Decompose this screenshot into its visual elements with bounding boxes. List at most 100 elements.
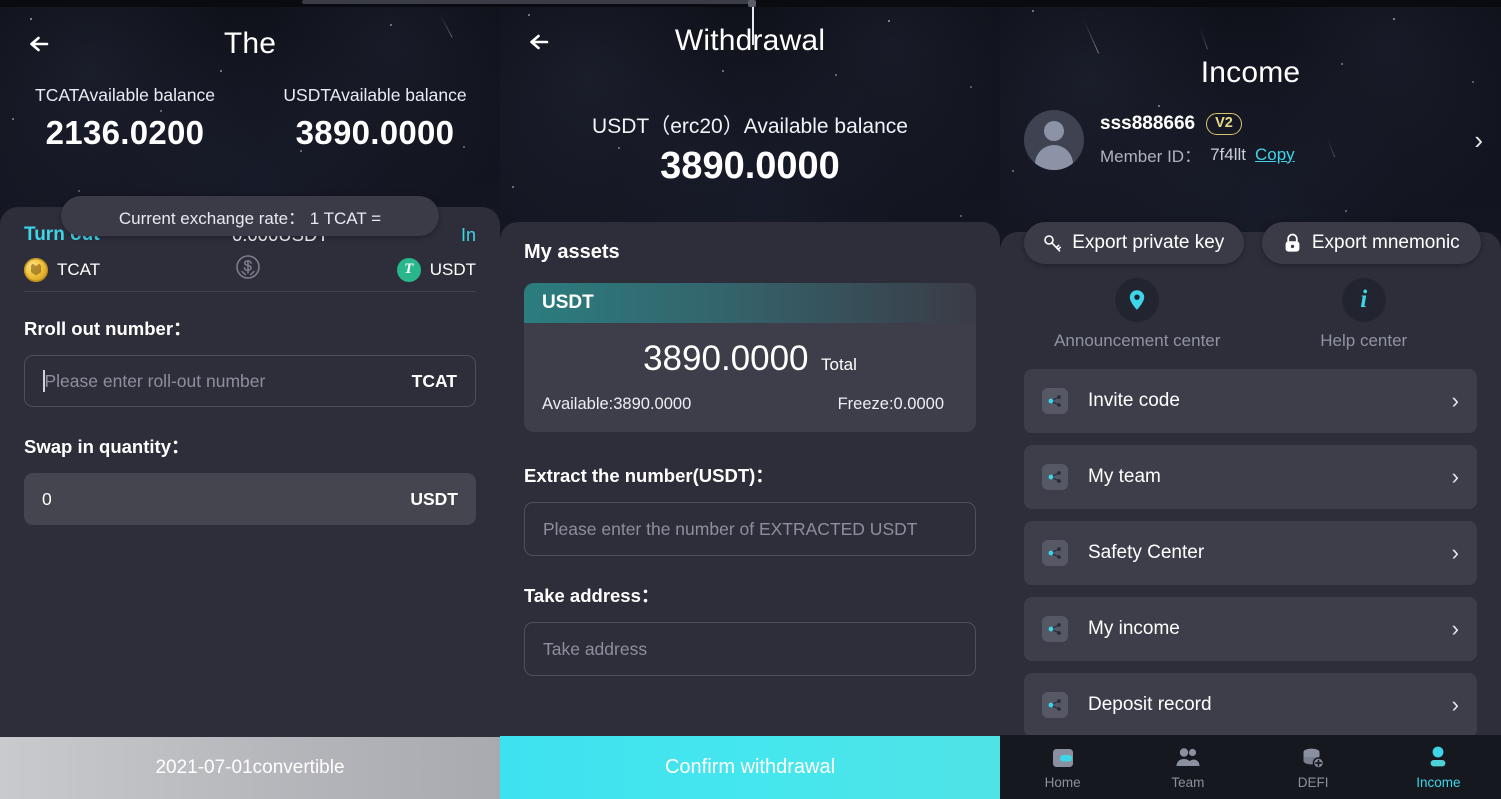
menu-item-label: My team <box>1088 466 1161 487</box>
tab-label: Home <box>1044 775 1081 790</box>
profile-name: sss888666 <box>1100 113 1196 134</box>
roll-out-label: Rroll out number： <box>24 318 192 339</box>
export-mnemonic-button[interactable]: Export mnemonic <box>1261 222 1481 264</box>
swap-in-quantity-input[interactable]: 0 USDT <box>24 473 476 525</box>
menu-item-label: Safety Center <box>1088 542 1205 563</box>
profile-row[interactable]: sss888666 V2 Member ID： 7f4llt Copy › <box>1024 110 1483 170</box>
share-nodes-icon <box>1042 464 1068 490</box>
help-center-button[interactable]: i Help center <box>1251 278 1478 351</box>
help-center-label: Help center <box>1320 331 1408 350</box>
swap-in-quantity-value: 0 <box>42 488 52 509</box>
tab-team[interactable]: Team <box>1125 735 1250 799</box>
share-nodes-icon <box>1042 388 1068 414</box>
lock-icon <box>1285 233 1300 252</box>
member-id-value: 7f4llt <box>1210 144 1246 164</box>
roll-out-input[interactable]: Please enter roll-out number TCAT <box>24 355 476 407</box>
menu-item-safety-center[interactable]: Safety Center › <box>1024 521 1477 585</box>
balance-value: 2136.0200 <box>45 114 205 151</box>
menu-item-my-team[interactable]: My team › <box>1024 445 1477 509</box>
asset-available: Available:3890.0000 <box>542 395 692 413</box>
member-id-label: Member ID： <box>1100 147 1202 166</box>
my-assets-title: My assets <box>524 241 620 263</box>
chevron-right-icon: › <box>1451 464 1459 489</box>
withdrawal-card: My assets USDT 3890.0000 Total Available… <box>500 222 1000 799</box>
to-token-label: USDT <box>429 259 476 279</box>
take-address-label: Take address： <box>524 585 660 606</box>
chevron-right-icon: › <box>1451 540 1459 565</box>
withdrawal-screen: Withdrawal USDT（erc20）Available balance … <box>500 0 1000 799</box>
tab-defi[interactable]: DEFI <box>1251 735 1376 799</box>
info-icon: i <box>1360 286 1368 313</box>
chevron-right-icon[interactable]: › <box>1474 125 1483 156</box>
asset-symbol: USDT <box>524 283 976 323</box>
people-icon <box>1176 748 1200 766</box>
share-nodes-icon <box>1042 540 1068 566</box>
exchange-rate-pill: Current exchange rate： 1 TCAT = <box>61 196 439 236</box>
from-token-label: TCAT <box>57 259 101 279</box>
asset-total-row: 3890.0000 Total <box>524 323 976 385</box>
chevron-right-icon: › <box>1451 616 1459 641</box>
menu-item-label: Deposit record <box>1088 694 1212 715</box>
extract-number-label: Extract the number(USDT)： <box>524 465 774 486</box>
balance-label: TCATAvailable balance <box>35 85 215 105</box>
take-address-placeholder: Take address <box>543 638 648 659</box>
extract-number-input[interactable]: Please enter the number of EXTRACTED USD… <box>524 502 976 556</box>
export-private-key-button[interactable]: Export private key <box>1024 222 1244 264</box>
balance-label: USDTAvailable balance <box>283 85 467 105</box>
tab-home[interactable]: Home <box>1000 735 1125 799</box>
copy-member-id-button[interactable]: Copy <box>1255 145 1295 165</box>
extract-number-placeholder: Please enter the number of EXTRACTED USD… <box>543 518 918 539</box>
announcement-center-button[interactable]: Announcement center <box>1024 278 1251 351</box>
page-title: The <box>223 27 277 60</box>
menu-item-deposit-record[interactable]: Deposit record › <box>1024 673 1477 737</box>
asset-total-label: Total <box>820 355 857 374</box>
person-icon <box>1430 746 1446 767</box>
swap-in-suffix: USDT <box>410 488 458 509</box>
convertible-bar[interactable]: 2021-07-01convertible <box>0 737 500 799</box>
tcat-coin-icon <box>24 257 48 282</box>
bottom-tab-bar: Home Team DEFI Income <box>1000 735 1501 799</box>
from-token[interactable]: TCAT <box>24 257 101 282</box>
tab-label: DEFI <box>1297 775 1329 790</box>
share-nodes-icon <box>1042 692 1068 718</box>
top-scrollbar[interactable] <box>0 0 1501 7</box>
balance-row: TCATAvailable balance 2136.0200 USDTAvai… <box>0 85 500 152</box>
announcement-center-label: Announcement center <box>1054 331 1221 350</box>
swap-in-quantity-label: Swap in quantity： <box>24 436 190 457</box>
menu-item-my-income[interactable]: My income › <box>1024 597 1477 661</box>
share-nodes-icon <box>1042 616 1068 642</box>
usdt-coin-icon <box>396 257 421 282</box>
scrollbar-thumb[interactable] <box>302 0 754 4</box>
tab-income[interactable]: Income <box>1376 735 1501 799</box>
menu-item-label: My income <box>1088 618 1180 639</box>
swap-in-label: In <box>460 224 476 245</box>
confirm-withdrawal-button[interactable]: Confirm withdrawal <box>500 736 1000 799</box>
menu-item-label: Invite code <box>1088 390 1180 411</box>
scrollbar-cap <box>748 0 756 7</box>
asset-freeze: Freeze:0.0000 <box>837 395 944 413</box>
income-screen: Income sss888666 V2 Member ID： 7f4llt Co… <box>1000 0 1501 799</box>
export-mnemonic-label: Export mnemonic <box>1311 232 1460 253</box>
take-address-input[interactable]: Take address <box>524 622 976 676</box>
swap-direction-button[interactable] <box>235 254 261 285</box>
centers-row: Announcement center i Help center <box>1024 278 1477 351</box>
swap-card: Turn out 0.000USDT In TCAT <box>0 207 500 799</box>
balance-usdt: USDTAvailable balance 3890.0000 <box>250 85 500 152</box>
to-token[interactable]: USDT <box>396 257 476 282</box>
page-title: Withdrawal <box>674 24 826 57</box>
wallet-icon <box>1052 749 1073 767</box>
roll-out-suffix: TCAT <box>411 370 457 391</box>
balance-tcat: TCATAvailable balance 2136.0200 <box>0 85 250 152</box>
asset-total-value: 3890.0000 <box>643 339 809 378</box>
location-pin-icon-wrap <box>1115 278 1160 322</box>
location-pin-icon <box>1130 290 1145 310</box>
profile-info: sss888666 V2 Member ID： 7f4llt Copy <box>1100 113 1474 167</box>
balance-value: 3890.0000 <box>295 114 455 151</box>
chevron-right-icon: › <box>1451 692 1459 717</box>
roll-out-placeholder: Please enter roll-out number <box>44 370 266 391</box>
income-menu-list: Invite code › My team › Safety Center › … <box>1024 369 1477 737</box>
asset-card: USDT 3890.0000 Total Available:3890.0000… <box>524 283 976 432</box>
menu-item-invite-code[interactable]: Invite code › <box>1024 369 1477 433</box>
export-private-key-label: Export private key <box>1072 232 1225 253</box>
chevron-right-icon: › <box>1451 388 1459 413</box>
